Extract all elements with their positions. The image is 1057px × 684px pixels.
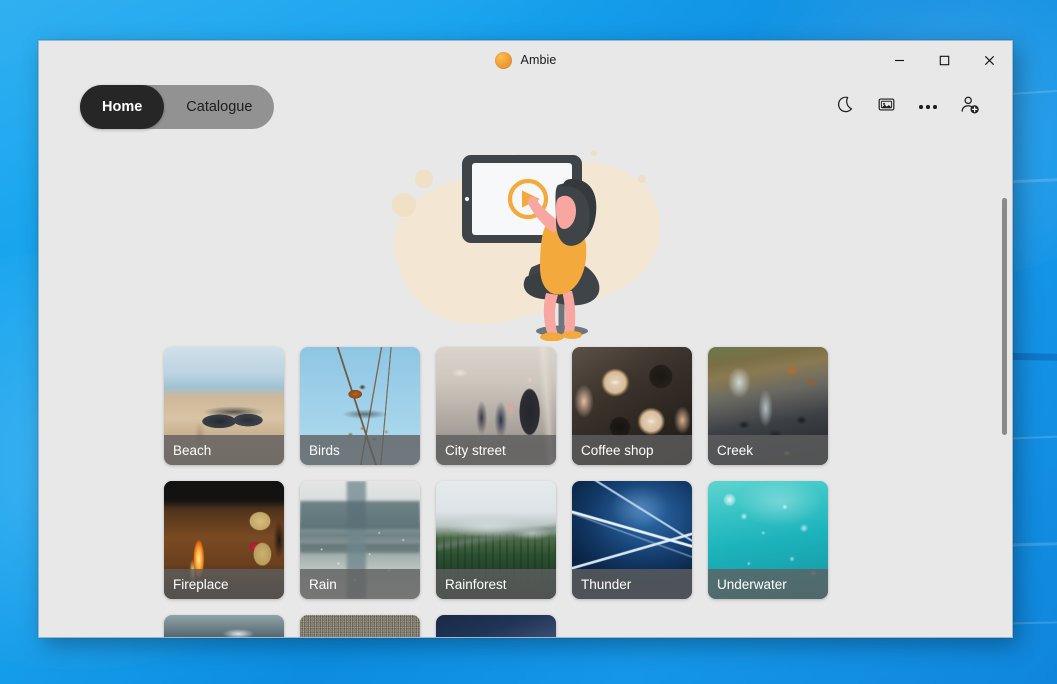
sound-card-label: Creek — [708, 435, 828, 465]
window-titlebar[interactable]: Ambie — [39, 41, 1012, 79]
sound-card-label: Rainforest — [436, 569, 556, 599]
night-clouds-sky-image — [436, 615, 556, 637]
wide-waterfall-cascade-image — [164, 615, 284, 637]
sound-card[interactable]: Rainforest — [436, 481, 556, 599]
desktop-background: Ambie Home Catalogue Beach Birds City st… — [0, 0, 1057, 684]
sound-card[interactable]: Creek — [708, 347, 828, 465]
sound-card[interactable]: Beach — [164, 347, 284, 465]
app-top-navigation: Home Catalogue — [39, 79, 1012, 135]
more-options-button[interactable] — [912, 91, 944, 123]
sound-card-label: Thunder — [572, 569, 692, 599]
sound-card-label: Fireplace — [164, 569, 284, 599]
sound-card[interactable]: Rain — [300, 481, 420, 599]
ambie-app-window: Ambie Home Catalogue Beach Birds City st… — [38, 40, 1013, 638]
nav-action-buttons — [828, 91, 986, 123]
sound-card[interactable]: Thunder — [572, 481, 692, 599]
image-frame-icon — [877, 95, 896, 119]
window-title: Ambie — [520, 53, 557, 67]
sound-card[interactable]: Coffee shop — [572, 347, 692, 465]
sound-card[interactable]: Fireplace — [164, 481, 284, 599]
maximize-button[interactable] — [922, 41, 967, 79]
sound-card-label: Birds — [300, 435, 420, 465]
hero-illustration — [39, 135, 1012, 347]
scrollbar-thumb[interactable] — [1002, 198, 1007, 435]
view-switcher: Home Catalogue — [80, 85, 275, 129]
screensaver-button[interactable] — [870, 91, 902, 123]
sound-card-label: Rain — [300, 569, 420, 599]
window-title-group: Ambie — [494, 51, 557, 69]
dark-mode-toggle[interactable] — [828, 91, 860, 123]
sound-card-label: City street — [436, 435, 556, 465]
sound-card[interactable]: Birds — [300, 347, 420, 465]
close-button[interactable] — [967, 41, 1012, 79]
sound-card[interactable]: Waterfall — [164, 615, 284, 637]
sound-card[interactable]: City street — [436, 347, 556, 465]
add-account-button[interactable] — [954, 91, 986, 123]
sound-card-grid: Beach Birds City street Coffee shop Creek Fir… — [39, 347, 901, 637]
sound-card[interactable]: Wind — [436, 615, 556, 637]
sound-card[interactable]: White noise — [300, 615, 420, 637]
window-controls — [877, 41, 1012, 79]
tab-catalogue[interactable]: Catalogue — [164, 85, 274, 129]
moon-icon — [835, 95, 854, 119]
ellipsis-icon — [919, 105, 937, 109]
vertical-scrollbar[interactable] — [1001, 135, 1008, 637]
sound-card-label: Beach — [164, 435, 284, 465]
person-add-icon — [960, 95, 980, 120]
grey-static-grain-texture-image — [300, 615, 420, 637]
home-scroll-region[interactable]: Beach Birds City street Coffee shop Creek Fir… — [39, 135, 1012, 637]
app-logo-icon — [494, 51, 512, 69]
sound-card-label: Underwater — [708, 569, 828, 599]
sound-card[interactable]: Underwater — [708, 481, 828, 599]
minimize-button[interactable] — [877, 41, 922, 79]
tab-home[interactable]: Home — [80, 85, 165, 129]
sound-card-label: Coffee shop — [572, 435, 692, 465]
